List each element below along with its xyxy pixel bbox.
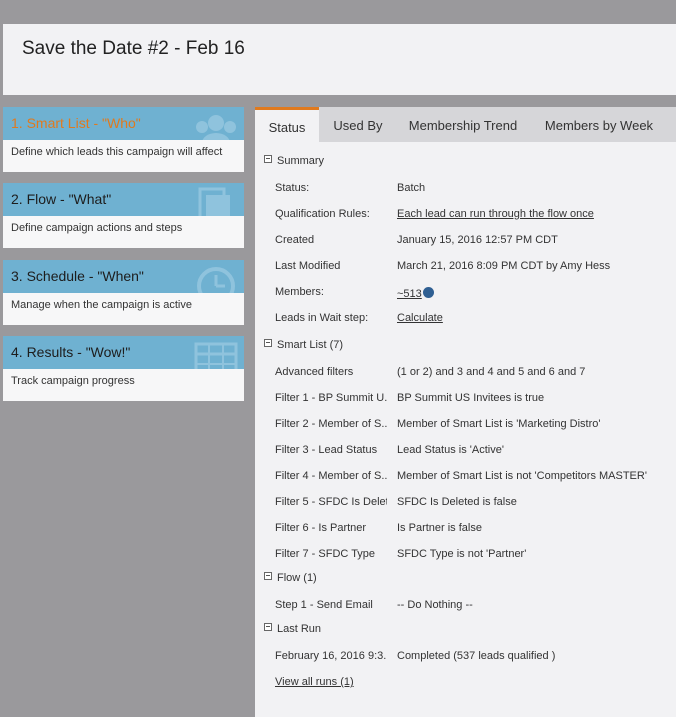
step-label: 1. Smart List - "Who": [11, 115, 141, 131]
tab-members-by-week[interactable]: Members by Week: [531, 107, 667, 142]
qualification-rules-link[interactable]: Each lead can run through the flow once: [397, 208, 594, 220]
tab-used-by[interactable]: Used By: [321, 107, 395, 142]
step-description: Manage when the campaign is active: [11, 299, 192, 311]
tab-status[interactable]: Status: [255, 107, 319, 142]
people-icon: [196, 115, 236, 140]
row-value: (1 or 2) and 3 and 4 and 5 and 6 and 7: [397, 366, 586, 378]
section-heading: Smart List (7): [277, 339, 344, 351]
collapse-icon[interactable]: [264, 155, 272, 163]
step-description: Track campaign progress: [11, 375, 135, 387]
step-results[interactable]: 4. Results - "Wow!" Track campaign progr…: [3, 336, 244, 401]
row-label: Filter 7 - SFDC Type: [275, 548, 376, 560]
step-label: 4. Results - "Wow!": [11, 344, 131, 360]
row-label: Filter 4 - Member of S...: [275, 470, 387, 482]
people-icon[interactable]: [422, 287, 434, 298]
step-band: 3. Schedule - "When": [3, 260, 244, 293]
step-band: 4. Results - "Wow!": [3, 336, 244, 369]
row-label: Filter 3 - Lead Status: [275, 444, 378, 456]
members-value: ~513: [397, 286, 434, 300]
collapse-icon[interactable]: [264, 572, 272, 580]
step-description: Define which leads this campaign will af…: [11, 146, 223, 158]
calendar-grid-icon: [194, 342, 238, 369]
step-band: 1. Smart List - "Who": [3, 107, 244, 140]
row-value: March 21, 2016 8:09 PM CDT by Amy Hess: [397, 260, 611, 272]
calculate-link[interactable]: Calculate: [397, 312, 443, 324]
row-value: -- Do Nothing --: [397, 599, 473, 611]
members-count-link[interactable]: ~513: [397, 288, 422, 300]
view-all-runs-link[interactable]: View all runs (1): [275, 676, 354, 688]
row-value: BP Summit US Invitees is true: [397, 392, 545, 404]
row-label: Step 1 - Send Email: [275, 599, 373, 611]
pages-icon: [198, 187, 230, 216]
step-smart-list[interactable]: 1. Smart List - "Who" Define which leads…: [3, 107, 244, 172]
row-value: SFDC Is Deleted is false: [397, 496, 517, 508]
top-strip: [0, 0, 676, 24]
section-heading: Summary: [277, 155, 325, 167]
section-last-run[interactable]: Last Run: [264, 623, 321, 635]
clock-icon: [197, 267, 235, 293]
page-header: Save the Date #2 - Feb 16: [3, 24, 676, 95]
step-band: 2. Flow - "What": [3, 183, 244, 216]
row-value: January 15, 2016 12:57 PM CDT: [397, 234, 558, 246]
row-value: Batch: [397, 182, 426, 194]
row-label: Filter 5 - SFDC Is Delet...: [275, 496, 387, 508]
section-smart-list[interactable]: Smart List (7): [264, 339, 343, 351]
row-value: Is Partner is false: [397, 522, 482, 534]
step-description: Define campaign actions and steps: [11, 222, 183, 234]
section-heading: Flow (1): [277, 572, 317, 584]
row-label: Filter 6 - Is Partner: [275, 522, 367, 534]
row-label: Advanced filters: [275, 366, 354, 378]
row-label: Members:: [275, 286, 324, 298]
row-label: Filter 1 - BP Summit U...: [275, 392, 387, 404]
step-label: 2. Flow - "What": [11, 191, 112, 207]
tab-bar: Status Used By Membership Trend Members …: [255, 107, 676, 142]
row-label: Status:: [275, 182, 310, 194]
row-value: SFDC Type is not 'Partner': [397, 548, 527, 560]
page-title: Save the Date #2 - Feb 16: [22, 38, 245, 59]
section-summary[interactable]: Summary: [264, 155, 324, 167]
tab-membership-trend[interactable]: Membership Trend: [397, 107, 529, 142]
section-heading: Last Run: [277, 623, 322, 635]
row-label: Last Modified: [275, 260, 341, 272]
row-label: Filter 2 - Member of S...: [275, 418, 387, 430]
row-value: Lead Status is 'Active': [397, 444, 504, 456]
row-value: Completed (537 leads qualified ): [397, 650, 556, 662]
row-label: Leads in Wait step:: [275, 312, 369, 324]
collapse-icon[interactable]: [264, 623, 272, 631]
row-label: February 16, 2016 9:3...: [275, 650, 387, 662]
step-schedule[interactable]: 3. Schedule - "When" Manage when the cam…: [3, 260, 244, 325]
collapse-icon[interactable]: [264, 339, 272, 347]
details-panel: Status Used By Membership Trend Members …: [255, 107, 676, 717]
section-flow[interactable]: Flow (1): [264, 572, 317, 584]
row-label: Created: [275, 234, 315, 246]
step-flow[interactable]: 2. Flow - "What" Define campaign actions…: [3, 183, 244, 248]
row-value: Member of Smart List is not 'Competitors…: [397, 470, 647, 482]
step-label: 3. Schedule - "When": [11, 268, 144, 284]
row-label: Qualification Rules:: [275, 208, 370, 220]
row-value: Member of Smart List is 'Marketing Distr…: [397, 418, 601, 430]
